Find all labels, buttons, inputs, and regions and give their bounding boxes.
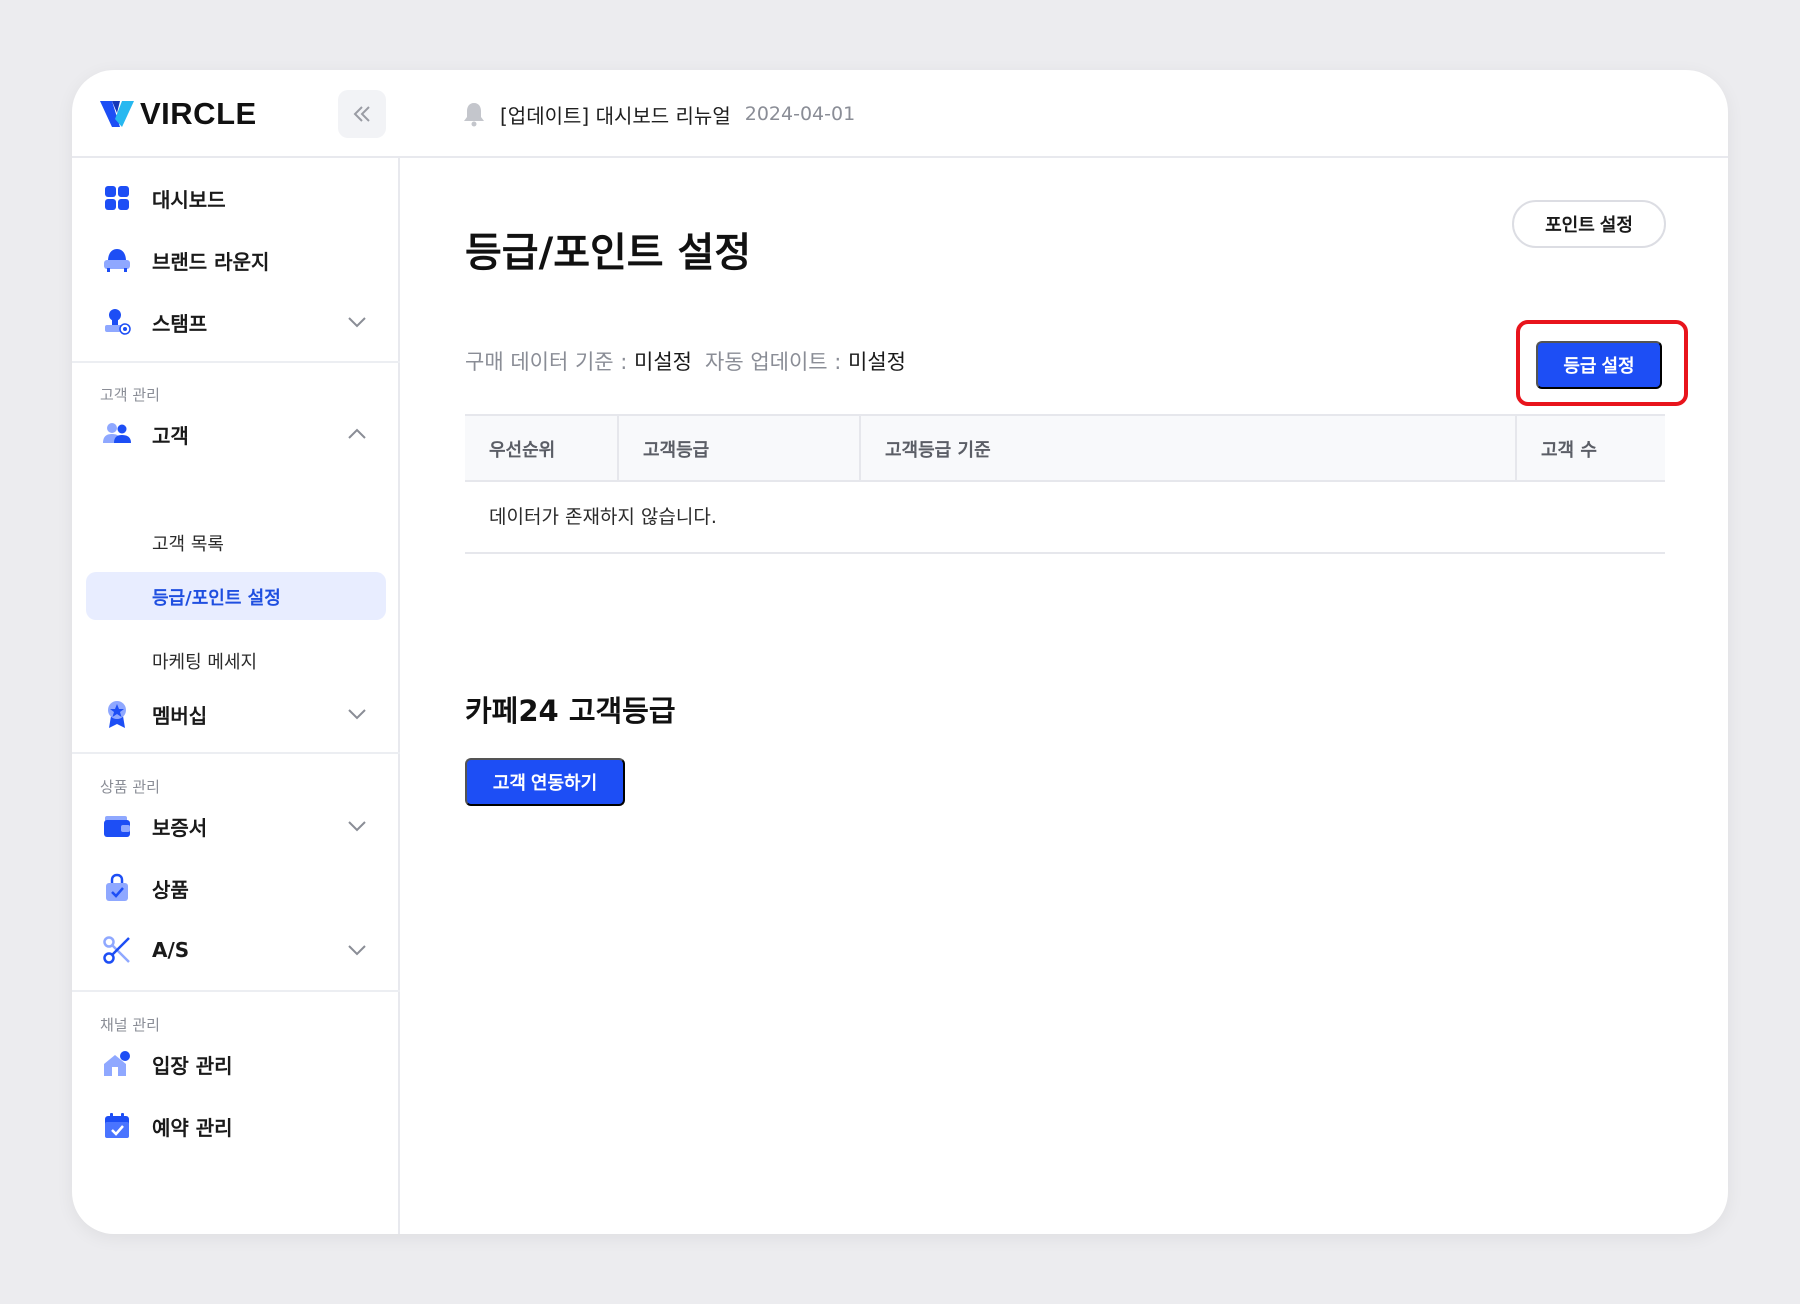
sidebar-item-warranty[interactable]: 보증서 bbox=[72, 804, 400, 848]
sidebar-item-entry[interactable]: 입장 관리 bbox=[72, 1042, 400, 1086]
sidebar-item-label: 대시보드 bbox=[152, 187, 226, 212]
chevron-down-icon bbox=[348, 317, 366, 328]
sidebar-item-label: 브랜드 라운지 bbox=[152, 249, 270, 274]
chevron-down-icon bbox=[348, 945, 366, 956]
sidebar-subitem-marketing[interactable]: 마케팅 메세지 bbox=[152, 648, 257, 674]
column-header-grade[interactable]: 고객등급 bbox=[617, 416, 859, 482]
bell-icon bbox=[464, 103, 484, 127]
sidebar-item-membership[interactable]: 멤버십 bbox=[72, 692, 400, 736]
sidebar-divider bbox=[72, 752, 400, 754]
link-customers-button[interactable]: 고객 연동하기 bbox=[465, 758, 625, 806]
notice-text: [업데이트] 대시보드 리뉴얼 bbox=[500, 103, 731, 128]
main-content: 등급/포인트 설정 포인트 설정 구매 데이터 기준 : 미설정 자동 업데이트… bbox=[400, 158, 1728, 1234]
sidebar-item-label: 멤버십 bbox=[152, 703, 208, 728]
brand-logo[interactable]: VIRCLE bbox=[100, 96, 257, 132]
sidebar-subitem-grade-point[interactable]: 등급/포인트 설정 bbox=[86, 572, 386, 620]
section-title-customer: 고객 관리 bbox=[100, 386, 160, 404]
page-title: 등급/포인트 설정 bbox=[465, 230, 752, 276]
sidebar-collapse-button[interactable] bbox=[338, 90, 386, 138]
sidebar-item-brand-lounge[interactable]: 브랜드 라운지 bbox=[72, 238, 400, 282]
sidebar-item-label: 입장 관리 bbox=[152, 1053, 233, 1078]
calendar-icon bbox=[105, 1113, 129, 1138]
cafe24-grade-title: 카페24 고객등급 bbox=[465, 694, 676, 728]
auto-update-value: 미설정 bbox=[848, 350, 906, 374]
chevron-down-icon bbox=[348, 821, 366, 832]
chevron-down-icon bbox=[348, 709, 366, 720]
house-icon bbox=[104, 1051, 130, 1076]
sidebar-item-dashboard[interactable]: 대시보드 bbox=[72, 176, 400, 220]
sidebar-item-label: A/S bbox=[152, 938, 190, 962]
section-title-channel: 채널 관리 bbox=[100, 1016, 160, 1034]
auto-update-label: 자동 업데이트 : bbox=[705, 350, 849, 374]
sidebar-subitem-label: 등급/포인트 설정 bbox=[152, 588, 281, 609]
sidebar-item-as[interactable]: A/S bbox=[72, 928, 400, 972]
sidebar-item-customer[interactable]: 고객 bbox=[72, 412, 400, 456]
table-header: 우선순위 고객등급 고객등급 기준 고객 수 bbox=[465, 414, 1665, 482]
sidebar-item-label: 보증서 bbox=[152, 815, 208, 840]
grade-settings-button[interactable]: 등급 설정 bbox=[1536, 341, 1662, 389]
purchase-data-criteria: 구매 데이터 기준 : 미설정 bbox=[465, 346, 692, 376]
notice-date: 2024-04-01 bbox=[744, 103, 856, 125]
top-header: VIRCLE [업데이트] 대시보드 리뉴얼 2024-04-01 bbox=[72, 70, 1728, 158]
sidebar-item-stamp[interactable]: 스탬프 bbox=[72, 300, 400, 344]
sidebar-item-product[interactable]: 상품 bbox=[72, 866, 400, 910]
shopping-bag-icon bbox=[106, 873, 128, 901]
auto-update-status: 자동 업데이트 : 미설정 bbox=[705, 346, 906, 376]
column-header-priority[interactable]: 우선순위 bbox=[465, 416, 617, 482]
grade-table: 우선순위 고객등급 고객등급 기준 고객 수 데이터가 존재하지 않습니다. bbox=[465, 414, 1665, 554]
purchase-criteria-label: 구매 데이터 기준 : bbox=[465, 350, 635, 374]
vircle-logo-icon bbox=[100, 101, 134, 127]
sidebar-item-label: 고객 bbox=[152, 423, 189, 448]
armchair-icon bbox=[104, 249, 130, 272]
sidebar-item-label: 예약 관리 bbox=[152, 1115, 233, 1140]
table-empty-row: 데이터가 존재하지 않습니다. bbox=[465, 482, 1665, 554]
sidebar-item-label: 스탬프 bbox=[152, 311, 208, 336]
scissors-icon bbox=[103, 936, 130, 964]
wallet-icon bbox=[104, 816, 130, 837]
users-icon bbox=[103, 423, 131, 443]
notice-banner[interactable]: [업데이트] 대시보드 리뉴얼 2024-04-01 bbox=[462, 98, 855, 130]
sidebar-item-reservation[interactable]: 예약 관리 bbox=[72, 1104, 400, 1148]
double-chevron-left-icon bbox=[353, 106, 370, 122]
point-settings-button[interactable]: 포인트 설정 bbox=[1512, 200, 1666, 248]
sidebar-subitem-customer-list[interactable]: 고객 목록 bbox=[152, 530, 224, 556]
chevron-up-icon bbox=[348, 428, 366, 439]
dashboard-icon bbox=[105, 186, 129, 210]
column-header-customer-count[interactable]: 고객 수 bbox=[1515, 416, 1665, 482]
sidebar: 대시보드 브랜드 라운지 스탬프 고객 관리 고객 고객 목록 등급/포인트 설… bbox=[72, 158, 400, 1234]
brand-name: VIRCLE bbox=[140, 96, 257, 131]
section-title-product: 상품 관리 bbox=[100, 778, 160, 796]
app-window: VIRCLE [업데이트] 대시보드 리뉴얼 2024-04-01 대시보드 브… bbox=[72, 70, 1728, 1234]
empty-state-text: 데이터가 존재하지 않습니다. bbox=[489, 506, 717, 528]
badge-icon bbox=[108, 701, 126, 728]
sidebar-divider bbox=[72, 361, 400, 363]
stamp-icon bbox=[105, 309, 131, 335]
column-header-grade-criteria[interactable]: 고객등급 기준 bbox=[859, 416, 1515, 482]
purchase-criteria-value: 미설정 bbox=[634, 350, 692, 374]
sidebar-divider bbox=[72, 990, 400, 992]
sidebar-item-label: 상품 bbox=[152, 877, 189, 902]
